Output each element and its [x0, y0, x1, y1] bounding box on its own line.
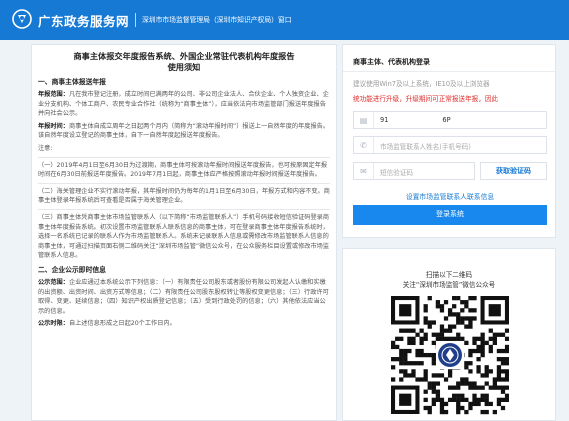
message-icon: ✉	[354, 163, 374, 179]
divider	[343, 71, 555, 72]
divider	[38, 208, 330, 210]
login-title: 商事主体、代表机构登录	[353, 58, 430, 66]
divider	[38, 156, 330, 158]
browser-tip: 建议使用Win7及以上系统，IE10及以上浏览器	[353, 80, 490, 88]
divider	[38, 182, 330, 184]
note-item-2: （二）海关管理企业不实行滚动年报，其年报时间仍为每年的1月1日至6月30日，年报…	[38, 187, 330, 205]
credit-code-value: 91 6P	[380, 116, 451, 124]
qr-panel: 扫描以下二维码 关注“深圳市场监管”微信公众号	[342, 248, 556, 421]
set-contact-link[interactable]: 设置市场监管联系人联系信息	[353, 191, 547, 201]
credit-code-field[interactable]: ▤ 91 6P	[353, 111, 547, 129]
document-icon: ▤	[354, 112, 374, 128]
contact-name-placeholder: 市场监管联系人姓名(手机号码)	[380, 143, 471, 151]
wechat-qr-code	[391, 291, 509, 419]
sms-code-placeholder: 短信验证码	[380, 169, 413, 177]
usage-notice-panel: 商事主体报交年度报告系统、外国企业常驻代表机构年度报告 使用须知 一、商事主体报…	[31, 44, 337, 421]
section-heading-annual-report: 一、商事主体报送年报	[38, 78, 106, 86]
sms-code-field[interactable]: ✉ 短信验证码	[353, 162, 475, 180]
annual-report-scope: 年报范围：凡在我市登记注册，成立时间已满两年的公司、非公司企业法人、合伙企业、个…	[38, 91, 329, 118]
login-panel: 商事主体、代表机构登录 建议使用Win7及以上系统，IE10及以上浏览器 统功能…	[342, 44, 556, 238]
qr-caption-2: 关注“深圳市场监管”微信公众号	[402, 281, 496, 289]
guangdong-logo-icon	[12, 9, 32, 29]
note-item-3: （三）商事主体凭商事主体市场监管联系人（以下简称“市场监管联系人”）手机号码接收…	[38, 213, 330, 260]
top-header: 广东政务服务网 深圳市市场监督管理局（深圳市知识产权局）窗口	[0, 0, 569, 40]
get-code-button[interactable]: 获取验证码	[480, 162, 547, 180]
site-brand[interactable]: 广东政务服务网	[38, 11, 129, 30]
contact-name-field[interactable]: ✆ 市场监管联系人姓名(手机号码)	[353, 136, 547, 154]
annual-report-time: 年报时间：商事主体自成立周年之日起两个月内（简称为“滚动年报时间”）报送上一自然…	[38, 122, 330, 140]
notice-title: 商事主体报交年度报告系统、外国企业常驻代表机构年度报告 使用须知	[73, 51, 295, 72]
header-divider	[135, 13, 136, 27]
note-item-1: （一）2019年4月1日至6月30日为过渡期，商事主体可按滚动年报时间报送年度报…	[38, 161, 328, 179]
upgrade-notice: 统功能进行升级，升级期间可正常报送年报，因此	[353, 95, 499, 103]
section-heading-public-info: 二、企业公示即时信息	[38, 265, 106, 274]
department-name: 深圳市市场监督管理局（深圳市知识产权局）窗口	[142, 16, 292, 24]
login-button[interactable]: 登录系统	[353, 205, 547, 225]
public-info-scope: 公示范围：企业应通过本系统公示下列信息：（一）有限责任公司股东或者股份有限公司发…	[38, 278, 329, 315]
phone-icon: ✆	[354, 137, 374, 153]
public-info-deadline: 公示时限：自上述信息形成之日起20个工作日内。	[38, 320, 176, 328]
note-label: 注意:	[38, 144, 53, 152]
qr-caption-1: 扫描以下二维码	[425, 271, 473, 279]
